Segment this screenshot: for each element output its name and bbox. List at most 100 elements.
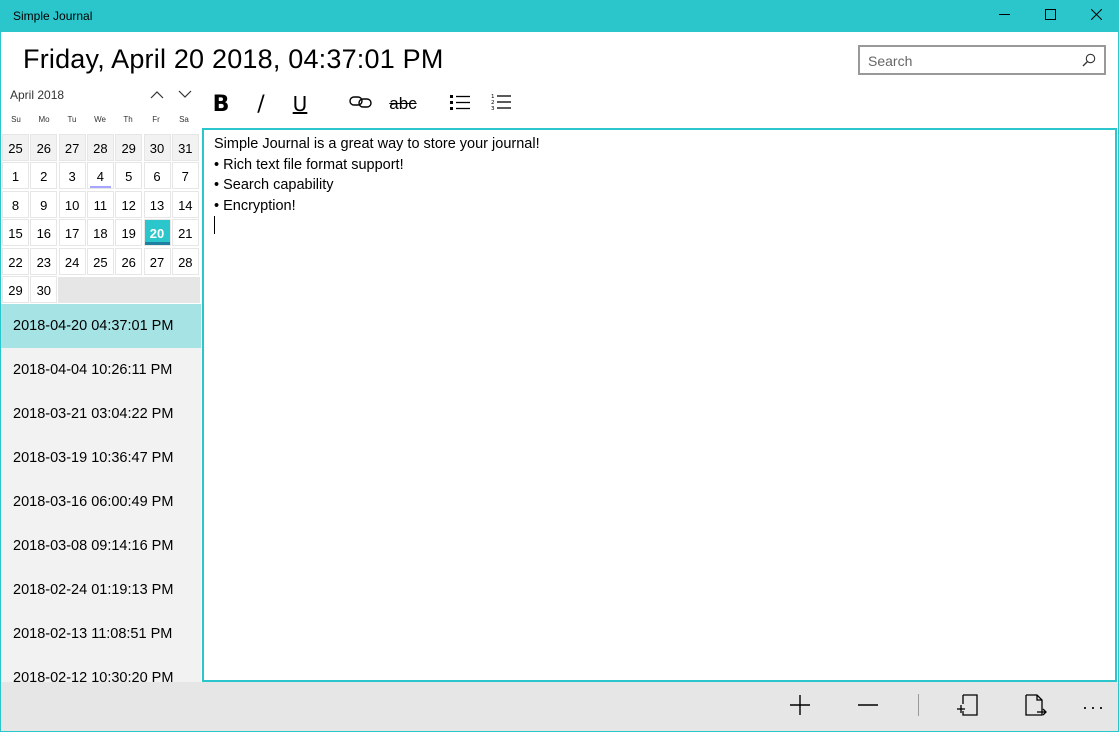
calendar-day[interactable]: 18	[86, 219, 114, 247]
search-box[interactable]	[858, 45, 1106, 75]
calendar-day[interactable]: 28	[86, 134, 114, 161]
calendar-day[interactable]: 25	[86, 247, 114, 275]
list-item[interactable]: 2018-02-13 11:08:51 PM	[1, 612, 201, 656]
chevron-down-icon	[178, 86, 192, 104]
add-entry-button[interactable]	[782, 692, 818, 722]
calendar-day[interactable]: 27	[58, 134, 86, 161]
calendar-day[interactable]: 16	[30, 219, 58, 247]
list-item[interactable]: 2018-04-20 04:37:01 PM	[1, 304, 201, 348]
maximize-icon	[1044, 7, 1056, 25]
list-item[interactable]: 2018-02-12 10:30:20 PM	[1, 656, 201, 682]
entry-list: 2018-04-20 04:37:01 PM 2018-04-04 10:26:1…	[1, 304, 201, 682]
calendar-day[interactable]: 6	[143, 162, 171, 190]
calendar-day[interactable]: 10	[58, 190, 86, 218]
search-icon[interactable]	[1082, 53, 1096, 67]
underline-button[interactable]: U	[290, 90, 310, 118]
calendar-day[interactable]: 8	[2, 190, 29, 218]
editor-line: • Search capability	[214, 177, 334, 193]
command-bar: ···	[1, 682, 1118, 731]
calendar-day[interactable]: 14	[171, 190, 199, 218]
calendar-day[interactable]: 26	[30, 134, 58, 161]
text-caret	[214, 216, 215, 234]
calendar-day[interactable]: 1	[2, 162, 29, 190]
calendar-day[interactable]: 17	[58, 219, 86, 247]
list-item[interactable]: 2018-03-16 06:00:49 PM	[1, 480, 201, 524]
minimize-icon	[998, 7, 1010, 25]
search-input[interactable]	[868, 51, 1073, 71]
calendar-day[interactable]: 5	[115, 162, 143, 190]
calendar-day[interactable]: 27	[143, 247, 171, 275]
minimize-button[interactable]	[981, 0, 1027, 32]
numbered-list-button[interactable]: 1 2 3	[490, 90, 512, 118]
remove-icon	[858, 695, 878, 720]
calendar-next-button[interactable]	[174, 85, 196, 105]
maximize-button[interactable]	[1027, 0, 1073, 32]
numbered-list-icon: 1 2 3	[491, 93, 511, 116]
window-title: Simple Journal	[13, 9, 93, 23]
title-bar: Simple Journal	[0, 0, 1119, 32]
close-icon	[1090, 7, 1102, 25]
calendar-weekday: Mo	[38, 115, 50, 124]
editor-line: Simple Journal is a great way to store y…	[214, 136, 540, 152]
calendar-day[interactable]: 26	[115, 247, 143, 275]
calendar-day[interactable]: 29	[115, 134, 143, 161]
calendar-day[interactable]: 21	[171, 219, 199, 247]
calendar-day[interactable]: 24	[58, 247, 86, 275]
calendar-day[interactable]: 2	[30, 162, 58, 190]
more-button[interactable]: ···	[1076, 692, 1112, 722]
add-icon	[790, 694, 810, 720]
calendar-day[interactable]: 29	[2, 276, 29, 303]
calendar-day[interactable]: 3	[58, 162, 86, 190]
calendar-previous-button[interactable]	[146, 85, 168, 105]
list-item[interactable]: 2018-04-04 10:26:11 PM	[1, 348, 201, 392]
calendar-day[interactable]: 25	[2, 134, 29, 161]
italic-button[interactable]: /	[252, 90, 270, 118]
bold-button[interactable]: B	[210, 90, 232, 118]
link-icon	[349, 94, 373, 115]
calendar-day[interactable]: 31	[171, 134, 199, 161]
strikethrough-button[interactable]: abc	[383, 90, 423, 118]
bulleted-list-button[interactable]	[449, 90, 471, 118]
calendar-day[interactable]: 22	[2, 247, 29, 275]
calendar-day[interactable]: 13	[143, 190, 171, 218]
calendar-day[interactable]: 30	[30, 276, 58, 303]
calendar-month-label[interactable]: April 2018	[10, 88, 64, 102]
calendar-day[interactable]: 9	[30, 190, 58, 218]
calendar: April 2018 Su Mo Tu We Th Fr Sa 25 26 27 28 29 30 31…	[1, 81, 201, 303]
list-item[interactable]: 2018-03-08 09:14:16 PM	[1, 524, 201, 568]
export-icon	[1025, 693, 1047, 721]
calendar-day[interactable]: 4	[86, 162, 114, 190]
calendar-weekday: Fr	[152, 115, 160, 124]
editor-line: • Rich text file format support!	[214, 156, 404, 173]
calendar-day[interactable]: 15	[2, 219, 29, 247]
calendar-day[interactable]: 19	[115, 219, 143, 247]
calendar-day[interactable]: 20	[143, 219, 171, 247]
calendar-weekday: Su	[11, 115, 21, 124]
list-item[interactable]: 2018-02-24 01:19:13 PM	[1, 568, 201, 612]
svg-text:3: 3	[491, 106, 495, 111]
remove-entry-button[interactable]	[850, 692, 886, 722]
command-separator	[918, 694, 919, 716]
calendar-day[interactable]: 30	[143, 134, 171, 161]
close-button[interactable]	[1073, 0, 1119, 32]
list-item[interactable]: 2018-03-19 10:36:47 PM	[1, 436, 201, 480]
calendar-day[interactable]: 12	[115, 190, 143, 218]
page-title: Friday, April 20 2018, 04:37:01 PM	[23, 44, 444, 74]
list-item[interactable]: 2018-03-21 03:04:22 PM	[1, 392, 201, 436]
calendar-weekday: Tu	[67, 115, 77, 124]
calendar-weekday: Sa	[179, 115, 189, 124]
journal-editor[interactable]: Simple Journal is a great way to store y…	[202, 128, 1117, 682]
calendar-day[interactable]: 23	[30, 247, 58, 275]
calendar-day[interactable]: 28	[171, 247, 199, 275]
import-icon	[957, 693, 979, 721]
calendar-weekday: Th	[123, 115, 133, 124]
calendar-day[interactable]: 7	[171, 162, 199, 190]
editor-line: • Encryption!	[214, 197, 296, 214]
insert-link-button[interactable]	[348, 90, 374, 118]
bulleted-list-icon	[450, 94, 470, 115]
editor-caret-line	[214, 216, 1105, 238]
export-button[interactable]	[1018, 692, 1054, 722]
calendar-day[interactable]: 11	[86, 190, 114, 218]
calendar-empty-area	[58, 277, 200, 303]
import-button[interactable]	[950, 692, 986, 722]
